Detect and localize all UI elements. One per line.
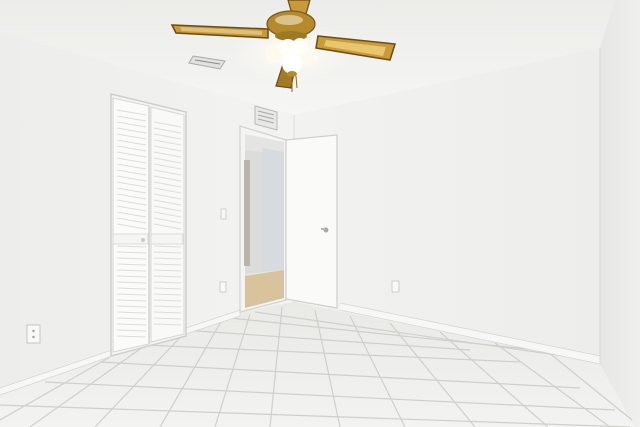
wall-outlet-back: [391, 280, 400, 293]
door-latch: [321, 228, 325, 230]
wall-outlet-mid: [219, 281, 227, 293]
light-switch: [220, 208, 227, 220]
wall-outlet-left: [26, 324, 41, 344]
doorway: [239, 125, 287, 313]
right-wall: [600, 0, 640, 427]
bifold-closet-door: [110, 93, 187, 357]
room-photo: [0, 0, 640, 427]
open-door: [285, 134, 338, 309]
closet-knob: [141, 238, 145, 242]
